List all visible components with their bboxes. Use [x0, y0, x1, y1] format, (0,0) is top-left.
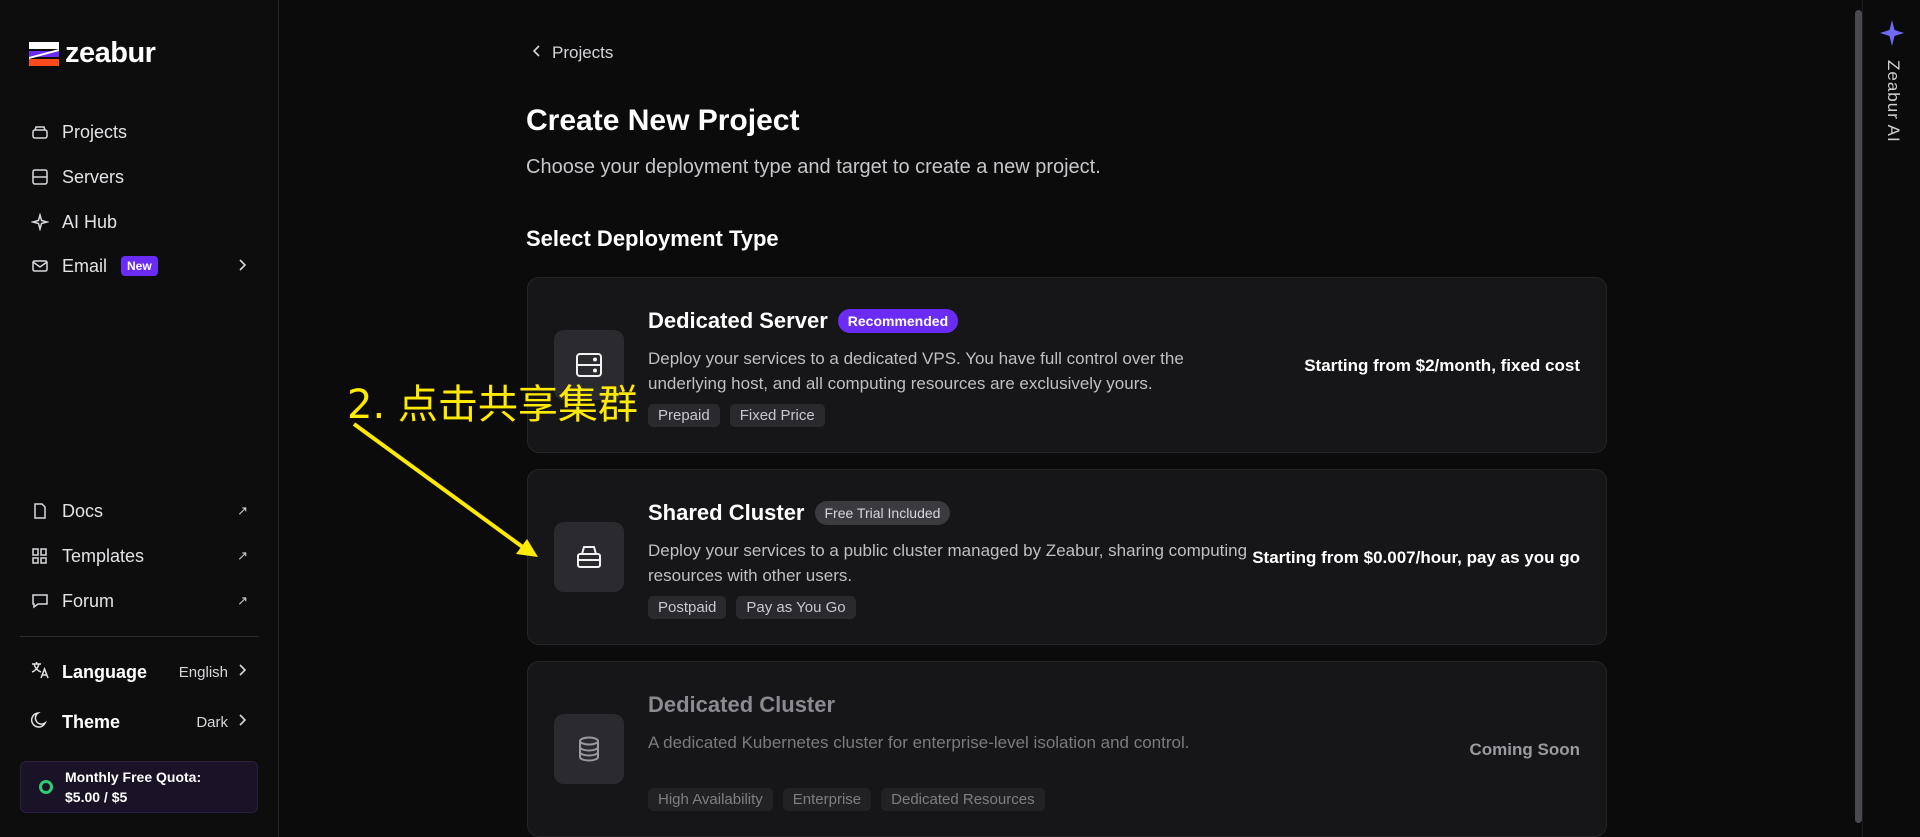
ai-panel: Zeabur AI — [1862, 0, 1920, 837]
annotation-arrow-icon — [352, 422, 538, 557]
page-scrollbar[interactable] — [1855, 10, 1862, 823]
zeabur-ai-toggle[interactable]: Zeabur AI — [1883, 60, 1903, 143]
ai-star-icon[interactable] — [1880, 20, 1904, 46]
